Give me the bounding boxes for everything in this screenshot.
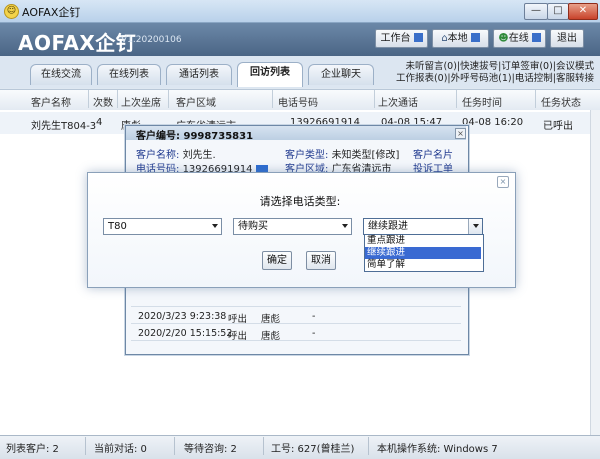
status-os: 本机操作系统: Windows 7 [377,444,498,455]
dropdown-button[interactable] [468,219,482,234]
col-divider [117,90,118,108]
dialog-title: 请选择电话类型: [259,195,341,208]
workbench-button[interactable]: 工作台 [375,29,428,48]
title-bar [0,0,600,23]
col-customer-name[interactable]: 客户名称 [31,94,71,109]
option-brief-understanding[interactable]: 简单了解 [365,259,481,271]
option-key-followup[interactable]: 重点跟进 [365,235,481,247]
status-divider [85,437,86,455]
col-divider [272,90,273,108]
col-divider [535,90,536,108]
history-datetime: 2020/2/20 15:15:52 [138,328,233,339]
dropdown-arrow-icon [470,32,480,42]
col-divider [374,90,375,108]
history-note: - [312,328,316,339]
minimize-button[interactable]: — [524,3,548,20]
app-logo: AOFAX企钉 [18,31,137,55]
vertical-scrollbar[interactable] [590,110,600,435]
maximize-button[interactable]: □ [547,3,569,20]
followup-select[interactable]: 继续跟进 [363,218,483,235]
status-divider [263,437,264,455]
status-divider [368,437,369,455]
tab-call-list[interactable]: 通话列表 [166,64,232,85]
app-logo-icon: ☺ [4,4,19,19]
tab-enterprise-chat[interactable]: 企业聊天 [308,64,374,85]
intent-select-value: 待购买 [238,221,268,232]
col-last-call[interactable]: 上次通话 [378,94,418,109]
intent-select[interactable]: 待购买 [233,218,352,235]
status-current-calls: 当前对话: 0 [94,444,147,455]
customer-name-field: 客户名称: 刘先生. [136,146,216,161]
product-select[interactable]: T80 [103,218,222,235]
chevron-down-icon [212,224,218,228]
local-button[interactable]: ⌂本地 [432,29,489,48]
col-divider [88,90,89,108]
col-task-time[interactable]: 任务时间 [462,94,502,109]
exit-button[interactable]: 退出 [550,29,584,48]
window-title: AOFAX企钉 [22,6,81,19]
workbench-label: 工作台 [380,33,411,44]
status-waiting: 等待咨询: 2 [184,444,237,455]
history-divider [131,340,461,341]
cell-task-time: 04-08 16:20 [462,117,524,128]
online-label: 在线 [508,33,529,44]
option-continue-followup[interactable]: 继续跟进 [365,247,481,259]
col-task-status[interactable]: 任务状态 [541,94,581,109]
local-label: 本地 [447,33,468,44]
cell-customer-name: 刘先生T804-3 [31,121,97,132]
status-list-customers: 列表客户: 2 [6,444,59,455]
customer-window-close-icon[interactable]: × [455,128,466,139]
tab-callback-list[interactable]: 回访列表 [237,62,303,87]
dropdown-arrow-icon [413,32,423,42]
tab-online-chat[interactable]: 在线交流 [30,64,92,85]
close-button[interactable]: ✕ [568,3,598,20]
tab-online-list[interactable]: 在线列表 [97,64,161,85]
customer-type-field[interactable]: 客户类型: 未知类型[修改] [285,146,399,161]
followup-select-value: 继续跟进 [368,221,408,232]
chevron-down-icon [342,224,348,228]
history-datetime: 2020/3/23 9:23:38 [138,311,227,322]
product-select-value: T80 [108,221,127,232]
cell-count: 4 [96,117,103,128]
col-region[interactable]: 客户区域 [176,94,216,109]
col-divider [456,90,457,108]
status-divider [174,437,175,455]
col-count[interactable]: 次数 [93,94,113,109]
chevron-down-icon [473,224,479,228]
customer-id-title: 客户编号: 9998735831 [136,131,254,142]
business-card-link[interactable]: 客户名片 [413,146,453,161]
version-label: V1.20200106 [121,35,182,45]
cell-task-status: 已呼出 [543,121,573,132]
online-status-button[interactable]: ☻在线 [493,29,546,48]
dialog-close-icon[interactable]: × [497,176,509,188]
status-employee: 工号: 627(曾桂兰) [271,444,355,455]
cancel-button[interactable]: 取消 [306,251,336,270]
dropdown-arrow-icon [531,32,541,42]
col-last-agent[interactable]: 上次坐席 [121,94,161,109]
history-divider [131,323,461,324]
user-online-icon: ☻ [498,33,509,44]
col-divider [168,90,169,108]
notice-links-2[interactable]: 工作报表(0)|外呼号码池(1)|电话控制|客服转接 [396,70,594,84]
history-note: - [312,311,316,322]
ok-button[interactable]: 确定 [262,251,292,270]
history-divider [131,306,461,307]
col-phone[interactable]: 电话号码 [278,94,318,109]
